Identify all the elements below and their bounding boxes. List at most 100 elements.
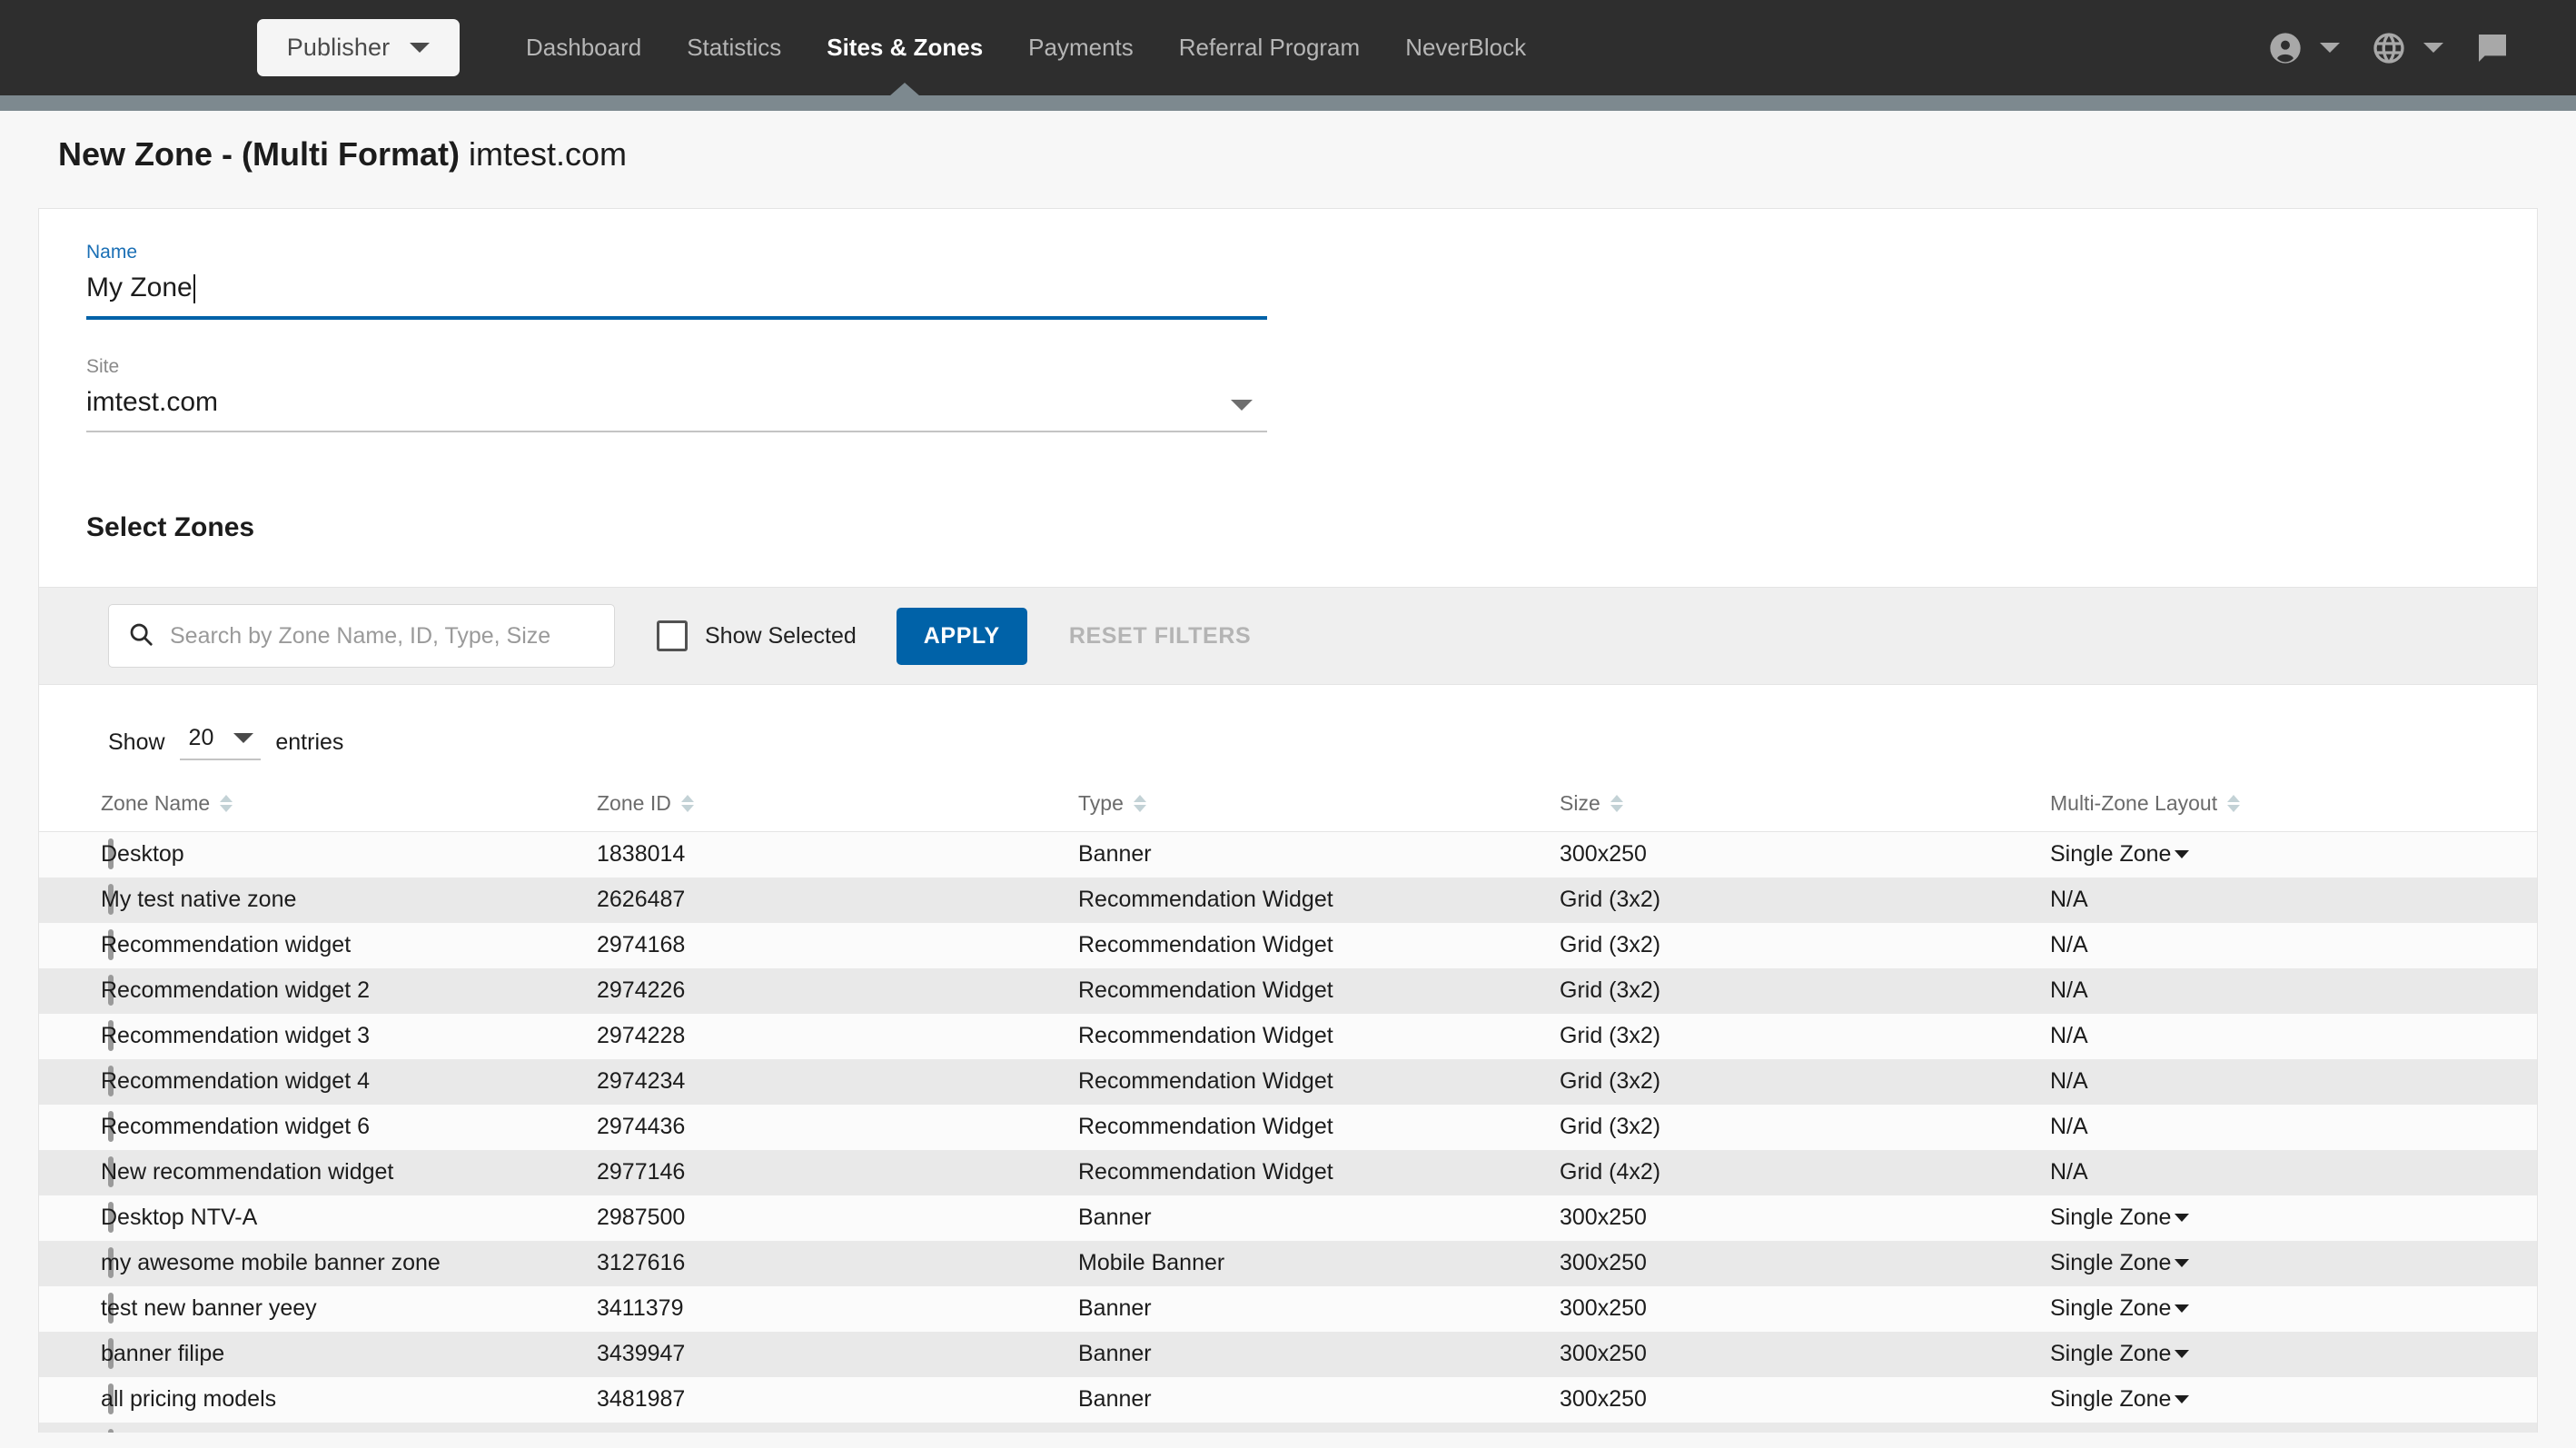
cell-type: Banner xyxy=(1078,1286,1560,1332)
row-checkbox-cell[interactable] xyxy=(39,1241,101,1286)
table-row[interactable]: Recommendation widget 32974228Recommenda… xyxy=(39,1014,2537,1059)
cell-type: Mobile Banner xyxy=(1078,1241,1560,1286)
site-select[interactable]: imtest.com xyxy=(86,387,1267,431)
multi-zone-layout-select[interactable]: Single Zone xyxy=(2050,1341,2189,1367)
text-cursor xyxy=(193,274,195,303)
row-checkbox-cell[interactable] xyxy=(39,968,101,1014)
multi-zone-layout-value: N/A xyxy=(2050,1068,2088,1094)
sort-icon[interactable] xyxy=(681,795,694,812)
sort-icon[interactable] xyxy=(2227,795,2240,812)
table-row[interactable]: Desktop NTV-A2987500Banner300x250Single … xyxy=(39,1195,2537,1241)
nav-link-payments[interactable]: Payments xyxy=(1006,0,1156,95)
cell-type: Banner xyxy=(1078,832,1560,878)
cell-multi-zone-layout[interactable]: Single Zone xyxy=(2050,1241,2537,1286)
cell-multi-zone-layout[interactable]: Single Zone xyxy=(2050,1423,2537,1433)
row-checkbox-cell[interactable] xyxy=(39,1150,101,1195)
row-checkbox-cell[interactable] xyxy=(39,1423,101,1433)
table-row[interactable]: My test native zone2626487Recommendation… xyxy=(39,878,2537,923)
language-menu-button[interactable] xyxy=(2355,30,2459,66)
cell-multi-zone-layout[interactable]: Single Zone xyxy=(2050,832,2537,878)
zones-table-header: Zone Name Zone ID Type xyxy=(39,760,2537,832)
multi-zone-layout-select[interactable]: Single Zone xyxy=(2050,841,2189,868)
cell-zone-id: 2974234 xyxy=(597,1059,1078,1105)
reset-filters-button[interactable]: RESET FILTERS xyxy=(1069,623,1251,650)
cell-multi-zone-layout[interactable]: Single Zone xyxy=(2050,1286,2537,1332)
sort-icon[interactable] xyxy=(1610,795,1623,812)
apply-filters-button[interactable]: APPLY xyxy=(897,608,1027,665)
column-header-multi-zone-layout[interactable]: Multi-Zone Layout xyxy=(2050,760,2537,832)
column-header-zone-id[interactable]: Zone ID xyxy=(597,760,1078,832)
cell-multi-zone-layout[interactable]: Single Zone xyxy=(2050,1195,2537,1241)
multi-zone-layout-select[interactable]: Single Zone xyxy=(2050,1295,2189,1322)
cell-size: Grid (3x2) xyxy=(1560,1105,2050,1150)
cell-zone-name: banner filipe xyxy=(101,1332,597,1377)
table-row[interactable]: Recommendation widget 42974234Recommenda… xyxy=(39,1059,2537,1105)
name-input[interactable]: My Zone xyxy=(86,273,1267,316)
table-row[interactable]: Desktop1838014Banner300x250Single Zone xyxy=(39,832,2537,878)
zone-search-box[interactable] xyxy=(108,604,615,668)
row-checkbox-cell[interactable] xyxy=(39,1377,101,1423)
table-row[interactable]: all pricing models3481987Banner300x250Si… xyxy=(39,1377,2537,1423)
row-checkbox-cell[interactable] xyxy=(39,1286,101,1332)
nav-link-statistics[interactable]: Statistics xyxy=(664,0,804,95)
table-row[interactable]: test new banner yeey3411379Banner300x250… xyxy=(39,1286,2537,1332)
row-checkbox-cell[interactable] xyxy=(39,832,101,878)
row-checkbox-cell[interactable] xyxy=(39,1195,101,1241)
nav-link-neverblock[interactable]: NeverBlock xyxy=(1382,0,1549,95)
row-checkbox-cell[interactable] xyxy=(39,923,101,968)
table-row[interactable]: New recommendation widget2977146Recommen… xyxy=(39,1150,2537,1195)
cell-zone-id: 1838014 xyxy=(597,832,1078,878)
table-row[interactable]: my awesome mobile banner zone3127616Mobi… xyxy=(39,1241,2537,1286)
cell-size: Grid (3x2) xyxy=(1560,1059,2050,1105)
row-checkbox-cell[interactable] xyxy=(39,878,101,923)
cell-type: Banner xyxy=(1078,1332,1560,1377)
account-menu-button[interactable] xyxy=(2252,30,2355,66)
show-selected-toggle[interactable]: Show Selected xyxy=(657,620,857,651)
multi-zone-layout-select[interactable]: Single Zone xyxy=(2050,1250,2189,1276)
zone-search-input[interactable] xyxy=(170,623,596,650)
cell-zone-id: 2626487 xyxy=(597,878,1078,923)
show-selected-checkbox[interactable] xyxy=(657,620,688,651)
multi-zone-layout-value: N/A xyxy=(2050,1023,2088,1048)
table-row[interactable]: Recommendation widget2974168Recommendati… xyxy=(39,923,2537,968)
chevron-down-icon xyxy=(233,733,253,743)
row-checkbox-cell[interactable] xyxy=(39,1059,101,1105)
cell-size: Grid (3x2) xyxy=(1560,968,2050,1014)
chat-button[interactable] xyxy=(2459,30,2526,66)
cell-type: Recommendation Widget xyxy=(1078,1150,1560,1195)
table-row[interactable]: banner filipe3439947Banner300x250Single … xyxy=(39,1332,2537,1377)
page-title: New Zone - (Multi Format) imtest.com xyxy=(38,95,2538,208)
cell-type: Recommendation Widget xyxy=(1078,878,1560,923)
multi-zone-layout-select[interactable]: Single Zone xyxy=(2050,1432,2189,1433)
column-header-zone-name[interactable]: Zone Name xyxy=(101,760,597,832)
sort-icon[interactable] xyxy=(1134,795,1146,812)
row-checkbox-cell[interactable] xyxy=(39,1105,101,1150)
cell-type: Recommendation Widget xyxy=(1078,1014,1560,1059)
multi-zone-layout-select[interactable]: Single Zone xyxy=(2050,1205,2189,1231)
table-row[interactable]: Recommendation widget 62974436Recommenda… xyxy=(39,1105,2537,1150)
nav-link-dashboard[interactable]: Dashboard xyxy=(503,0,664,95)
nav-link-sites-and-zones[interactable]: Sites & Zones xyxy=(804,0,1006,95)
publisher-account-switcher[interactable]: Publisher xyxy=(257,19,460,76)
nav-link-referral-program[interactable]: Referral Program xyxy=(1156,0,1382,95)
cell-multi-zone-layout[interactable]: Single Zone xyxy=(2050,1332,2537,1377)
column-header-size[interactable]: Size xyxy=(1560,760,2050,832)
chevron-down-icon xyxy=(2175,1214,2189,1222)
row-checkbox-cell[interactable] xyxy=(39,1332,101,1377)
multi-zone-layout-select[interactable]: Single Zone xyxy=(2050,1386,2189,1413)
table-row[interactable]: test new zone 33481989Banner300x250Singl… xyxy=(39,1423,2537,1433)
row-checkbox-cell[interactable] xyxy=(39,1014,101,1059)
sort-icon[interactable] xyxy=(220,795,233,812)
cell-multi-zone-layout[interactable]: Single Zone xyxy=(2050,1377,2537,1423)
globe-icon xyxy=(2371,30,2407,66)
name-input-value: My Zone xyxy=(86,273,193,303)
chevron-down-icon[interactable] xyxy=(1231,400,1253,411)
column-header-type[interactable]: Type xyxy=(1078,760,1560,832)
entries-count-select[interactable]: 20 xyxy=(180,725,262,760)
name-field-underline xyxy=(86,316,1267,320)
table-header-row: Zone Name Zone ID Type xyxy=(39,760,2537,832)
entries-show-label: Show xyxy=(108,729,165,756)
cell-zone-id: 3411379 xyxy=(597,1286,1078,1332)
multi-zone-layout-value: N/A xyxy=(2050,887,2088,912)
table-row[interactable]: Recommendation widget 22974226Recommenda… xyxy=(39,968,2537,1014)
